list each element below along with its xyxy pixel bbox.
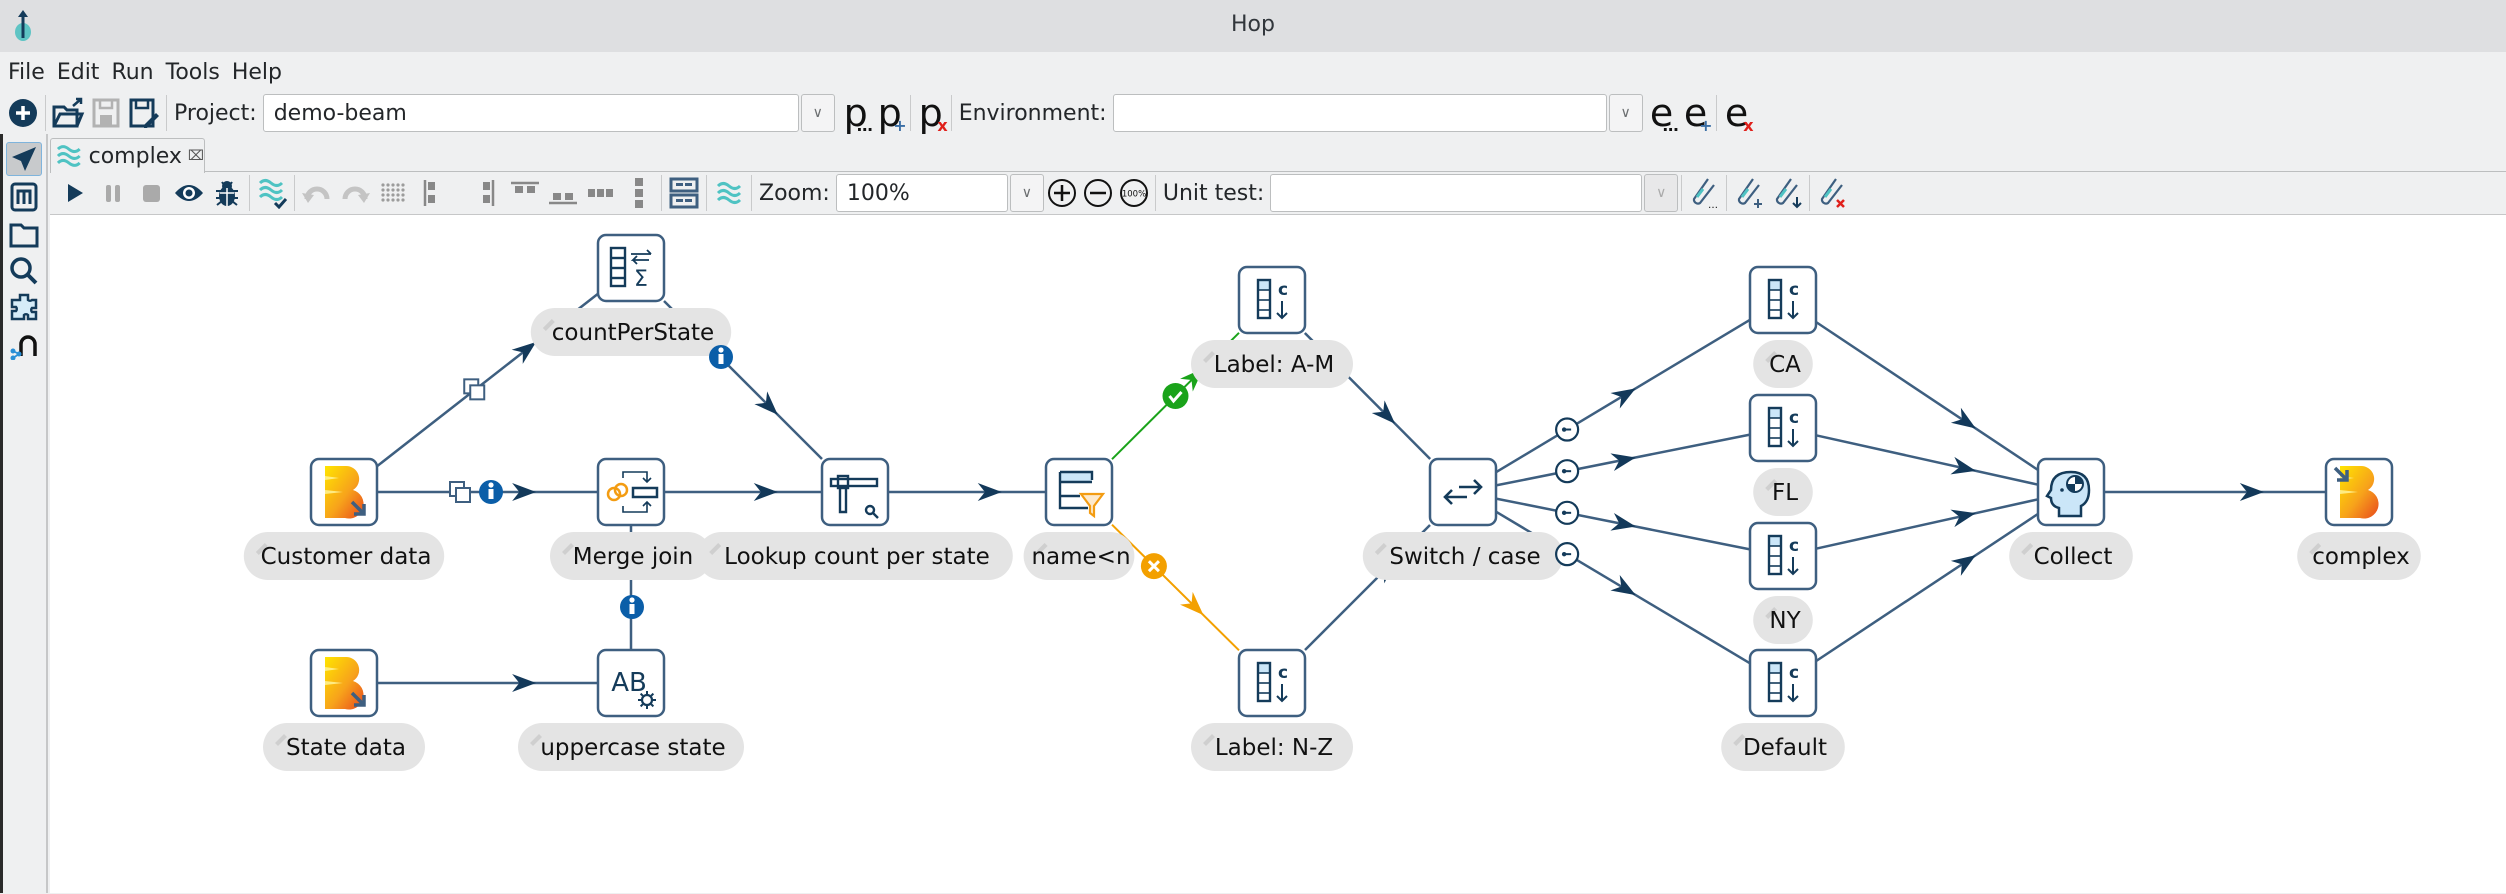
case-target-icon[interactable] [1555,500,1580,525]
svg-text:c: c [1789,663,1799,683]
hop-line[interactable] [1815,498,2039,550]
hop-arrow-icon [1950,407,1976,429]
transform-label-collect[interactable]: Collect [2009,532,2133,580]
hop-line[interactable] [1111,523,1240,652]
transform-count[interactable]: Σ [596,233,666,303]
hop-arrow-icon [1950,555,1976,576]
transform-label-upper[interactable]: uppercase state [518,723,744,771]
transform-box[interactable] [1044,457,1114,527]
transform-box[interactable] [1748,521,1818,591]
hop-line[interactable] [1815,512,2039,663]
transform-label-merge[interactable]: Merge join [550,532,712,580]
transform-merge[interactable] [596,457,666,527]
transform-switch[interactable] [1428,457,1498,527]
transform-am[interactable]: c [1237,265,1307,335]
case-target-icon[interactable] [1555,459,1580,484]
transform-box[interactable] [1237,265,1307,335]
hop-merge-lookup[interactable] [664,483,822,501]
transform-label-text: complex [2312,544,2409,570]
transform-label-default[interactable]: Default [1721,723,1845,771]
hop-line[interactable] [1815,320,2039,472]
transform-label-text: FL [1772,480,1798,506]
transform-label-text: Lookup count per state [724,544,990,570]
hop-lookup-filter[interactable] [888,483,1046,501]
pipeline-canvas[interactable]: Customer data countPerState Merge join Look… [50,214,2506,893]
transform-label-customer[interactable]: Customer data [243,532,445,580]
svg-text:c: c [1278,663,1288,683]
transform-label-text: Customer data [261,544,432,570]
transform-ca[interactable]: c [1748,265,1818,335]
transform-label-text: Merge join [573,544,694,570]
transform-box[interactable] [1428,457,1498,527]
pipeline-graph[interactable]: Customer data countPerState Merge join Look… [0,1,2506,894]
transform-label-state[interactable]: State data [263,723,425,771]
transform-upper[interactable]: AB [596,648,666,718]
info-icon[interactable] [479,480,503,504]
case-target-icon[interactable] [1555,417,1580,442]
true-hop-icon[interactable] [1162,383,1189,409]
transform-box[interactable] [1748,265,1818,335]
false-hop-icon[interactable] [1140,553,1167,580]
transform-label-out[interactable]: complex [2297,532,2421,580]
case-target-icon[interactable] [1555,542,1580,567]
transform-out[interactable] [2324,457,2394,527]
transform-label-text: countPerState [552,320,714,346]
transform-label-ca[interactable]: CA [1753,340,1813,388]
transform-label-text: Label: A-M [1214,352,1334,378]
transform-label-filter[interactable]: name<n [1023,532,1135,580]
transform-box[interactable] [596,233,666,303]
transform-label-am[interactable]: Label: A-M [1191,340,1353,388]
transform-box[interactable] [1748,648,1818,718]
hop-line[interactable] [1815,434,2039,486]
beam-output-icon [2333,465,2379,519]
transform-label-text: CA [1769,352,1801,378]
svg-text:c: c [1789,536,1799,556]
transform-ny[interactable]: c [1748,521,1818,591]
info-icon[interactable] [620,595,644,619]
transform-label-lookup[interactable]: Lookup count per state [697,532,1013,580]
hop-default-collect[interactable] [1815,512,2039,663]
transform-label-text: Collect [2034,544,2113,570]
transform-filter[interactable] [1044,457,1114,527]
transform-fl[interactable]: c [1748,393,1818,463]
transform-customer[interactable] [309,457,379,527]
transform-label-text: uppercase state [540,735,725,761]
transform-nz[interactable]: c [1237,648,1307,718]
transform-label-text: Label: N-Z [1215,735,1333,761]
hop-switch-ca[interactable] [1495,318,1751,474]
copy-rows-icon[interactable] [449,481,471,503]
hop-state-upper[interactable] [377,674,598,692]
info-icon[interactable] [709,345,733,369]
transform-label-text: Switch / case [1389,544,1540,570]
svg-text:c: c [1789,408,1799,428]
transform-box[interactable] [1748,393,1818,463]
svg-text:c: c [1278,280,1288,300]
transform-label-text: Default [1743,735,1827,761]
hop-switch-fl[interactable] [1495,433,1751,487]
transform-label-text: State data [286,735,406,761]
transform-box[interactable] [820,457,890,527]
hop-filter-nz[interactable] [1111,523,1240,652]
hop-arrow-icon [1610,575,1636,596]
hop-collect-out[interactable] [2104,483,2326,501]
svg-text:Σ: Σ [634,267,648,292]
transform-label-ny[interactable]: NY [1753,596,1813,644]
transform-lookup[interactable] [820,457,890,527]
hop-fl-collect[interactable] [1815,434,2039,486]
hop-ny-collect[interactable] [1815,498,2039,550]
transform-box[interactable] [1237,648,1307,718]
transform-label-count[interactable]: countPerState [530,308,732,356]
hop-ca-collect[interactable] [1815,320,2039,472]
hop-arrow-icon [511,342,537,364]
transform-collect[interactable] [2036,457,2106,527]
svg-text:c: c [1789,280,1799,300]
hop-arrow-icon [1610,388,1636,409]
transform-label-text: NY [1769,608,1801,634]
transform-label-switch[interactable]: Switch / case [1362,532,1564,580]
transform-default[interactable]: c [1748,648,1818,718]
transform-label-nz[interactable]: Label: N-Z [1191,723,1353,771]
transform-label-fl[interactable]: FL [1753,468,1813,516]
transform-label-text: name<n [1031,544,1130,570]
transform-state[interactable] [309,648,379,718]
